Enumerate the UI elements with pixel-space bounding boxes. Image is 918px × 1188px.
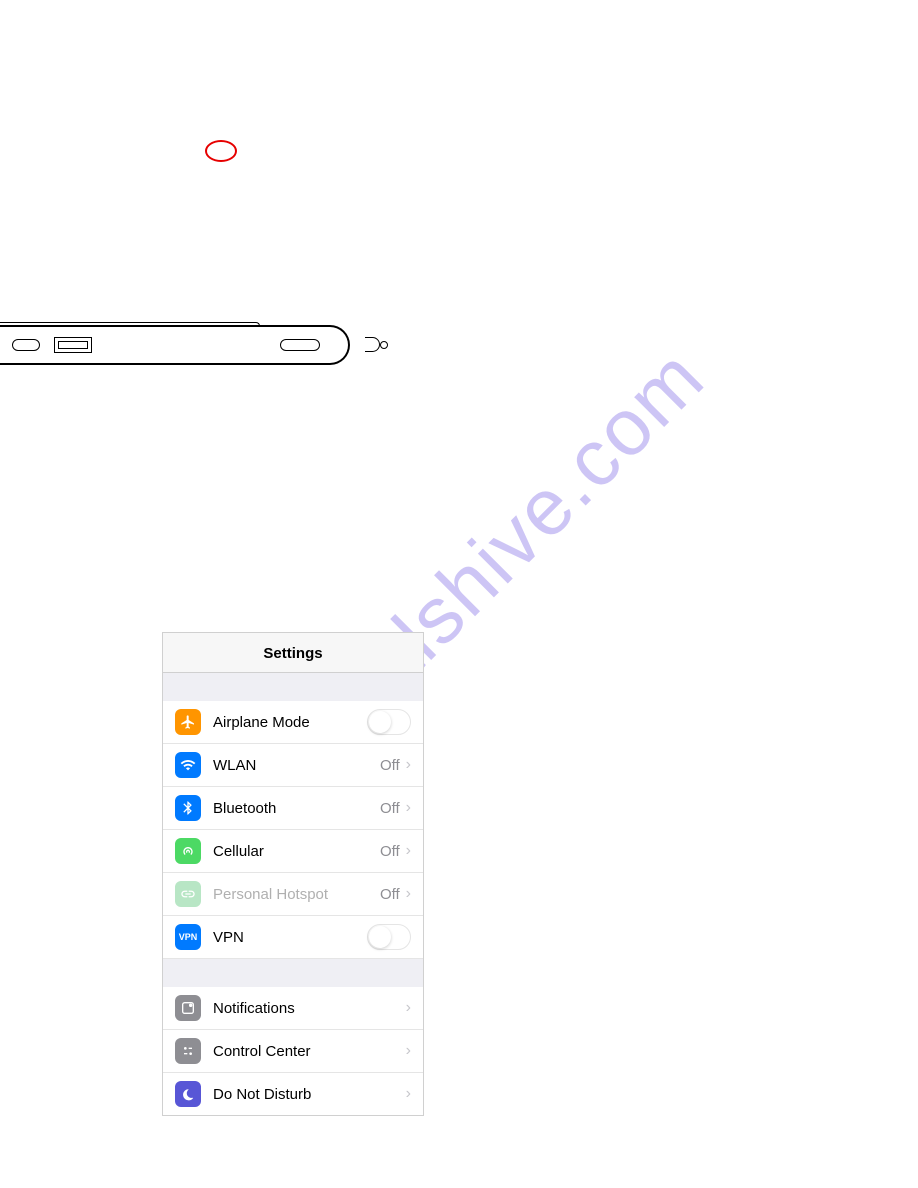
row-value: Off <box>380 886 400 903</box>
section-gap <box>163 673 423 701</box>
row-notifications[interactable]: Notifications › <box>163 987 423 1030</box>
settings-panel: Settings Airplane Mode WLAN Off › Blueto… <box>162 632 424 1116</box>
row-airplane-mode[interactable]: Airplane Mode <box>163 701 423 744</box>
cellular-icon <box>175 838 201 864</box>
chevron-right-icon: › <box>406 1042 411 1060</box>
row-value: Off <box>380 757 400 774</box>
row-do-not-disturb[interactable]: Do Not Disturb › <box>163 1073 423 1115</box>
row-label: VPN <box>213 929 367 946</box>
row-label: Personal Hotspot <box>213 886 380 903</box>
wifi-icon <box>175 752 201 778</box>
vpn-icon: VPN <box>175 924 201 950</box>
chevron-right-icon: › <box>406 999 411 1017</box>
row-label: Do Not Disturb <box>213 1086 406 1103</box>
row-value: Off <box>380 800 400 817</box>
moon-icon <box>175 1081 201 1107</box>
row-vpn[interactable]: VPN VPN <box>163 916 423 959</box>
airplane-icon <box>175 709 201 735</box>
chevron-right-icon: › <box>406 885 411 903</box>
row-control-center[interactable]: Control Center › <box>163 1030 423 1073</box>
section-gap <box>163 959 423 987</box>
annotation-circle <box>205 140 237 162</box>
control-center-icon <box>175 1038 201 1064</box>
row-label: WLAN <box>213 757 380 774</box>
row-bluetooth[interactable]: Bluetooth Off › <box>163 787 423 830</box>
settings-title: Settings <box>163 633 423 673</box>
row-cellular[interactable]: Cellular Off › <box>163 830 423 873</box>
notifications-icon <box>175 995 201 1021</box>
airplane-toggle[interactable] <box>367 709 411 735</box>
chevron-right-icon: › <box>406 756 411 774</box>
chevron-right-icon: › <box>406 1085 411 1103</box>
row-personal-hotspot[interactable]: Personal Hotspot Off › <box>163 873 423 916</box>
row-label: Bluetooth <box>213 800 380 817</box>
row-label: Control Center <box>213 1043 406 1060</box>
chevron-right-icon: › <box>406 799 411 817</box>
row-label: Notifications <box>213 1000 406 1017</box>
row-value: Off <box>380 843 400 860</box>
chevron-right-icon: › <box>406 842 411 860</box>
bluetooth-icon <box>175 795 201 821</box>
row-label: Airplane Mode <box>213 714 367 731</box>
row-wlan[interactable]: WLAN Off › <box>163 744 423 787</box>
row-label: Cellular <box>213 843 380 860</box>
vpn-toggle[interactable] <box>367 924 411 950</box>
hotspot-icon <box>175 881 201 907</box>
device-side-diagram <box>0 320 390 370</box>
